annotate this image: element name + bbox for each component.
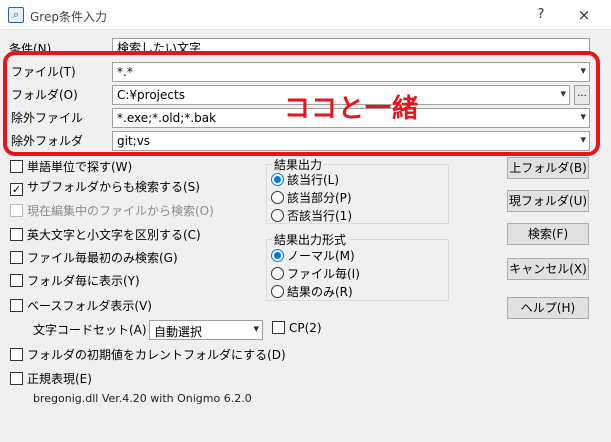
subfolder-label: サブフォルダからも検索する(S)	[27, 180, 200, 194]
charset-value: 自動選択	[154, 325, 203, 339]
radio-label: ファイル毎(I)	[287, 267, 360, 281]
radio-dot	[271, 209, 284, 222]
result-format-title: 結果出力形式	[272, 231, 349, 248]
radio-result-only[interactable]: 結果のみ(R)	[271, 283, 353, 299]
radio-unmatched-line[interactable]: 否該当行(1)	[271, 207, 352, 223]
checkbox-box	[10, 228, 23, 241]
regex-label: 正規表現(E)	[27, 372, 92, 386]
radio-dot	[271, 249, 284, 262]
check-icon: ✓	[10, 183, 23, 196]
checkbox-box	[10, 372, 23, 385]
current-folder-button[interactable]: 現フォルダ(U)	[507, 190, 589, 212]
checkbox-box	[10, 204, 23, 217]
checkbox-box	[10, 160, 23, 173]
base-folder-checkbox[interactable]: ベースフォルダ表示(V)	[10, 297, 152, 313]
status-text: bregonig.dll Ver.4.20 with Onigmo 6.2.0	[33, 392, 252, 405]
window-title: Grep条件入力	[30, 10, 107, 24]
first-match-checkbox[interactable]: ファイル毎最初のみ検索(G)	[10, 249, 178, 265]
radio-per-file[interactable]: ファイル毎(I)	[271, 265, 360, 281]
case-label: 英大文字と小文字を区別する(C)	[27, 228, 201, 242]
help-button[interactable]: ヘルプ(H)	[507, 297, 589, 319]
checkbox-box	[272, 321, 285, 334]
title-bar: ⌕ Grep条件入力 ? ×	[0, 0, 611, 30]
radio-dot	[271, 173, 284, 186]
current-file-checkbox: 現在編集中のファイルから検索(O)	[10, 202, 214, 218]
close-icon[interactable]: ×	[570, 4, 598, 26]
cp-label: CP(2)	[289, 321, 322, 335]
word-label: 単語単位で探す(W)	[27, 160, 133, 174]
current-file-label: 現在編集中のファイルから検索(O)	[27, 204, 214, 218]
checkbox-box	[10, 348, 23, 361]
chevron-down-icon[interactable]: ▾	[253, 322, 259, 335]
radio-label: ノーマル(M)	[287, 249, 355, 263]
search-button[interactable]: 検索(F)	[507, 223, 589, 245]
annotation-text: ココと一緒	[284, 94, 420, 124]
checkbox-box	[10, 274, 23, 287]
radio-dot	[271, 285, 284, 298]
radio-dot	[271, 267, 284, 280]
radio-label: 否該当行(1)	[287, 209, 352, 223]
cp-checkbox[interactable]: CP(2)	[272, 321, 322, 337]
radio-normal[interactable]: ノーマル(M)	[271, 247, 355, 263]
checkbox-box	[10, 251, 23, 264]
help-icon[interactable]: ?	[527, 4, 555, 26]
up-folder-button[interactable]: 上フォルダ(B)	[507, 157, 589, 179]
charset-select[interactable]: 自動選択 ▾	[149, 320, 263, 340]
first-match-label: ファイル毎最初のみ検索(G)	[27, 251, 178, 265]
app-search-icon: ⌕	[8, 7, 24, 23]
init-folder-label: フォルダの初期値をカレントフォルダにする(D)	[27, 348, 286, 362]
base-folder-label: ベースフォルダ表示(V)	[27, 299, 152, 313]
regex-checkbox[interactable]: 正規表現(E)	[10, 370, 92, 386]
case-checkbox[interactable]: 英大文字と小文字を区別する(C)	[10, 226, 201, 242]
subfolder-checkbox[interactable]: ✓ サブフォルダからも検索する(S)	[10, 178, 200, 196]
init-folder-checkbox[interactable]: フォルダの初期値をカレントフォルダにする(D)	[10, 346, 286, 362]
per-folder-checkbox[interactable]: フォルダ毎に表示(Y)	[10, 272, 140, 288]
radio-label: 該当行(L)	[287, 173, 340, 187]
radio-matched-part[interactable]: 該当部分(P)	[271, 189, 352, 205]
radio-matched-line[interactable]: 該当行(L)	[271, 171, 339, 187]
radio-label: 該当部分(P)	[287, 191, 352, 205]
radio-dot	[271, 191, 284, 204]
per-folder-label: フォルダ毎に表示(Y)	[27, 274, 140, 288]
checkbox-box	[10, 299, 23, 312]
cancel-button[interactable]: キャンセル(X)	[507, 258, 589, 280]
radio-label: 結果のみ(R)	[287, 285, 353, 299]
charset-label: 文字コードセット(A)	[33, 323, 147, 337]
word-checkbox[interactable]: 単語単位で探す(W)	[10, 158, 132, 174]
